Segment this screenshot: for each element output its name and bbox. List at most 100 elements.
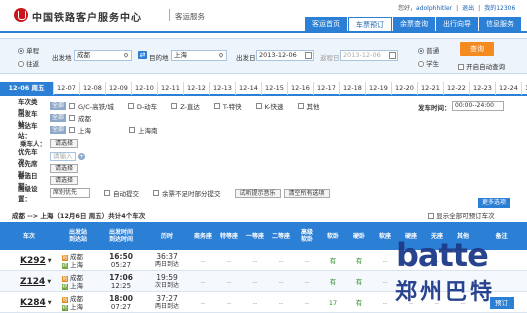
expand-icon[interactable]: ▼ — [47, 278, 51, 286]
checkbox[interactable] — [213, 103, 220, 109]
checkbox[interactable] — [171, 103, 178, 109]
calendar-icon[interactable] — [305, 52, 312, 59]
radio-round[interactable] — [18, 61, 24, 67]
type-student-option[interactable]: 学生 — [418, 58, 439, 68]
all-tag[interactable]: 全部 — [50, 126, 67, 134]
filter-from-station[interactable]: 成都 — [69, 113, 91, 123]
watermark-text-cn: 郑州巴特 — [395, 280, 496, 305]
type-normal-option[interactable]: 普通 — [418, 45, 439, 55]
query-button[interactable]: 查询 — [460, 42, 494, 56]
soft-sleeper-cell: 有 — [329, 256, 337, 265]
checkbox[interactable] — [129, 127, 136, 133]
expand-icon[interactable]: ▼ — [48, 299, 52, 307]
date-tab[interactable]: 12-23 — [470, 82, 496, 95]
select-seat-button[interactable]: 请选择 — [50, 163, 79, 173]
filter-train-type[interactable]: 其他 — [297, 101, 320, 111]
nav-item-home[interactable]: 客运首页 — [305, 17, 347, 31]
depart-time-select[interactable]: 00:00--24:00 — [452, 101, 504, 111]
auto-submit-option[interactable]: 自动提交 — [104, 188, 139, 198]
filter-train-type[interactable]: G/C-高铁/城 — [69, 101, 114, 111]
partial-submit-option[interactable]: 余票不足时部分提交 — [153, 188, 221, 198]
checkbox[interactable] — [153, 190, 159, 196]
date-tab[interactable]: 12-25 — [522, 82, 527, 95]
date-tab[interactable]: 12-21 — [418, 82, 444, 95]
date-tab[interactable]: 12-16 — [288, 82, 314, 95]
checkbox[interactable] — [69, 127, 76, 133]
date-tab[interactable]: 12-15 — [262, 82, 288, 95]
auto-query-checkbox[interactable] — [458, 64, 464, 70]
seat-cell: -- — [252, 298, 258, 307]
radio-normal[interactable] — [418, 48, 424, 54]
expand-icon[interactable]: ▼ — [48, 257, 52, 265]
swap-stations-icon[interactable] — [138, 51, 147, 59]
show-all-checkbox[interactable] — [428, 213, 434, 219]
date-tab[interactable]: 12-18 — [340, 82, 366, 95]
train-number-link[interactable]: K292 — [20, 256, 46, 265]
show-all-option[interactable]: 显示全部可预订车次 — [428, 210, 495, 220]
result-bar: 成都 --> 上海（12月6日 周五）共计4个车次 显示全部可预订车次 — [0, 209, 527, 220]
logout-link[interactable]: 退出 — [462, 5, 474, 12]
test-music-button[interactable]: 试听提示音乐 — [234, 188, 281, 198]
checkbox[interactable] — [255, 103, 262, 109]
date-tab[interactable]: 12-09 — [106, 82, 132, 95]
column-header: 出发站 到达站 — [68, 229, 87, 243]
trip-round-label: 往返 — [26, 60, 40, 68]
username-link[interactable]: adolphhitler — [416, 5, 452, 12]
trip-single-option[interactable]: 单程 — [18, 45, 39, 55]
filter-to-station[interactable]: 上海南 — [129, 125, 158, 135]
date-tab[interactable]: 12-10 — [132, 82, 158, 95]
date-tab[interactable]: 12-19 — [366, 82, 392, 95]
seat-cell: -- — [304, 277, 310, 286]
add-train-icon[interactable]: + — [78, 152, 85, 160]
date-tab[interactable]: 12-24 — [496, 82, 522, 95]
to-station-name: 上海 — [70, 302, 83, 311]
date-tab[interactable]: 12-08 — [80, 82, 106, 95]
user-bar: 您好，adolphhitler | 退出 | 我的12306 — [398, 3, 519, 12]
filter-train-type[interactable]: K-快速 — [255, 101, 284, 111]
checkbox[interactable] — [127, 103, 134, 109]
date-tab[interactable]: 12-17 — [314, 82, 340, 95]
advanced-select[interactable]: 席别优先 — [50, 188, 90, 198]
nav-item-booking[interactable]: 车票预订 — [348, 17, 392, 31]
train-number-link[interactable]: K284 — [20, 298, 46, 307]
checkbox[interactable] — [297, 103, 304, 109]
checkbox[interactable] — [104, 190, 110, 196]
auto-query-option[interactable]: 开启自动查询 — [458, 61, 505, 71]
trip-single-label: 单程 — [26, 47, 40, 55]
train-number-link[interactable]: Z124 — [20, 277, 45, 286]
filter-train-type[interactable]: D-动车 — [127, 101, 157, 111]
radio-single[interactable] — [18, 48, 24, 54]
clear-all-button[interactable]: 清空所有选项 — [283, 188, 330, 198]
date-tab[interactable]: 12-12 — [184, 82, 210, 95]
checkbox[interactable] — [69, 103, 76, 109]
to-station: 终上海 — [62, 282, 83, 290]
more-options-button[interactable]: 更多选项 — [478, 198, 511, 208]
duration: 19:59 — [156, 272, 178, 282]
radio-student[interactable] — [418, 61, 424, 67]
date-tab[interactable]: 12-14 — [236, 82, 262, 95]
my-service-link[interactable]: 我的12306 — [484, 5, 515, 12]
calendar-icon[interactable] — [389, 52, 396, 59]
duration: 36:37 — [156, 251, 178, 261]
date-tab[interactable]: 12-11 — [158, 82, 184, 95]
filter-train-type[interactable]: Z-直达 — [171, 101, 200, 111]
date-tab[interactable]: 12-07 — [54, 82, 80, 95]
column-header: 车次 — [22, 232, 35, 240]
all-tag[interactable]: 全部 — [50, 114, 67, 122]
date-tab[interactable]: 12-22 — [444, 82, 470, 95]
all-tag[interactable]: 全部 — [50, 102, 67, 110]
filter-train-type[interactable]: T-特快 — [213, 101, 242, 111]
column-header: 特等座 — [219, 232, 238, 240]
filter-to-station[interactable]: 上海 — [69, 125, 91, 135]
select-passenger-button[interactable]: 请选择 — [50, 138, 79, 148]
priority-train-input[interactable]: 请输入 — [50, 151, 76, 161]
date-tab[interactable]: 12-13 — [210, 82, 236, 95]
trip-round-option[interactable]: 往返 — [18, 58, 39, 68]
nav-item-guide[interactable]: 出行向导 — [436, 17, 478, 31]
checkbox[interactable] — [69, 115, 76, 121]
date-tab[interactable]: 12-20 — [392, 82, 418, 95]
date-tab-active[interactable]: 12-06 周五 — [0, 82, 54, 95]
nav-item-info[interactable]: 信息服务 — [479, 17, 521, 31]
nav-item-remaining[interactable]: 余票查询 — [393, 17, 435, 31]
select-backup-date-button[interactable]: 请选择 — [50, 175, 79, 185]
